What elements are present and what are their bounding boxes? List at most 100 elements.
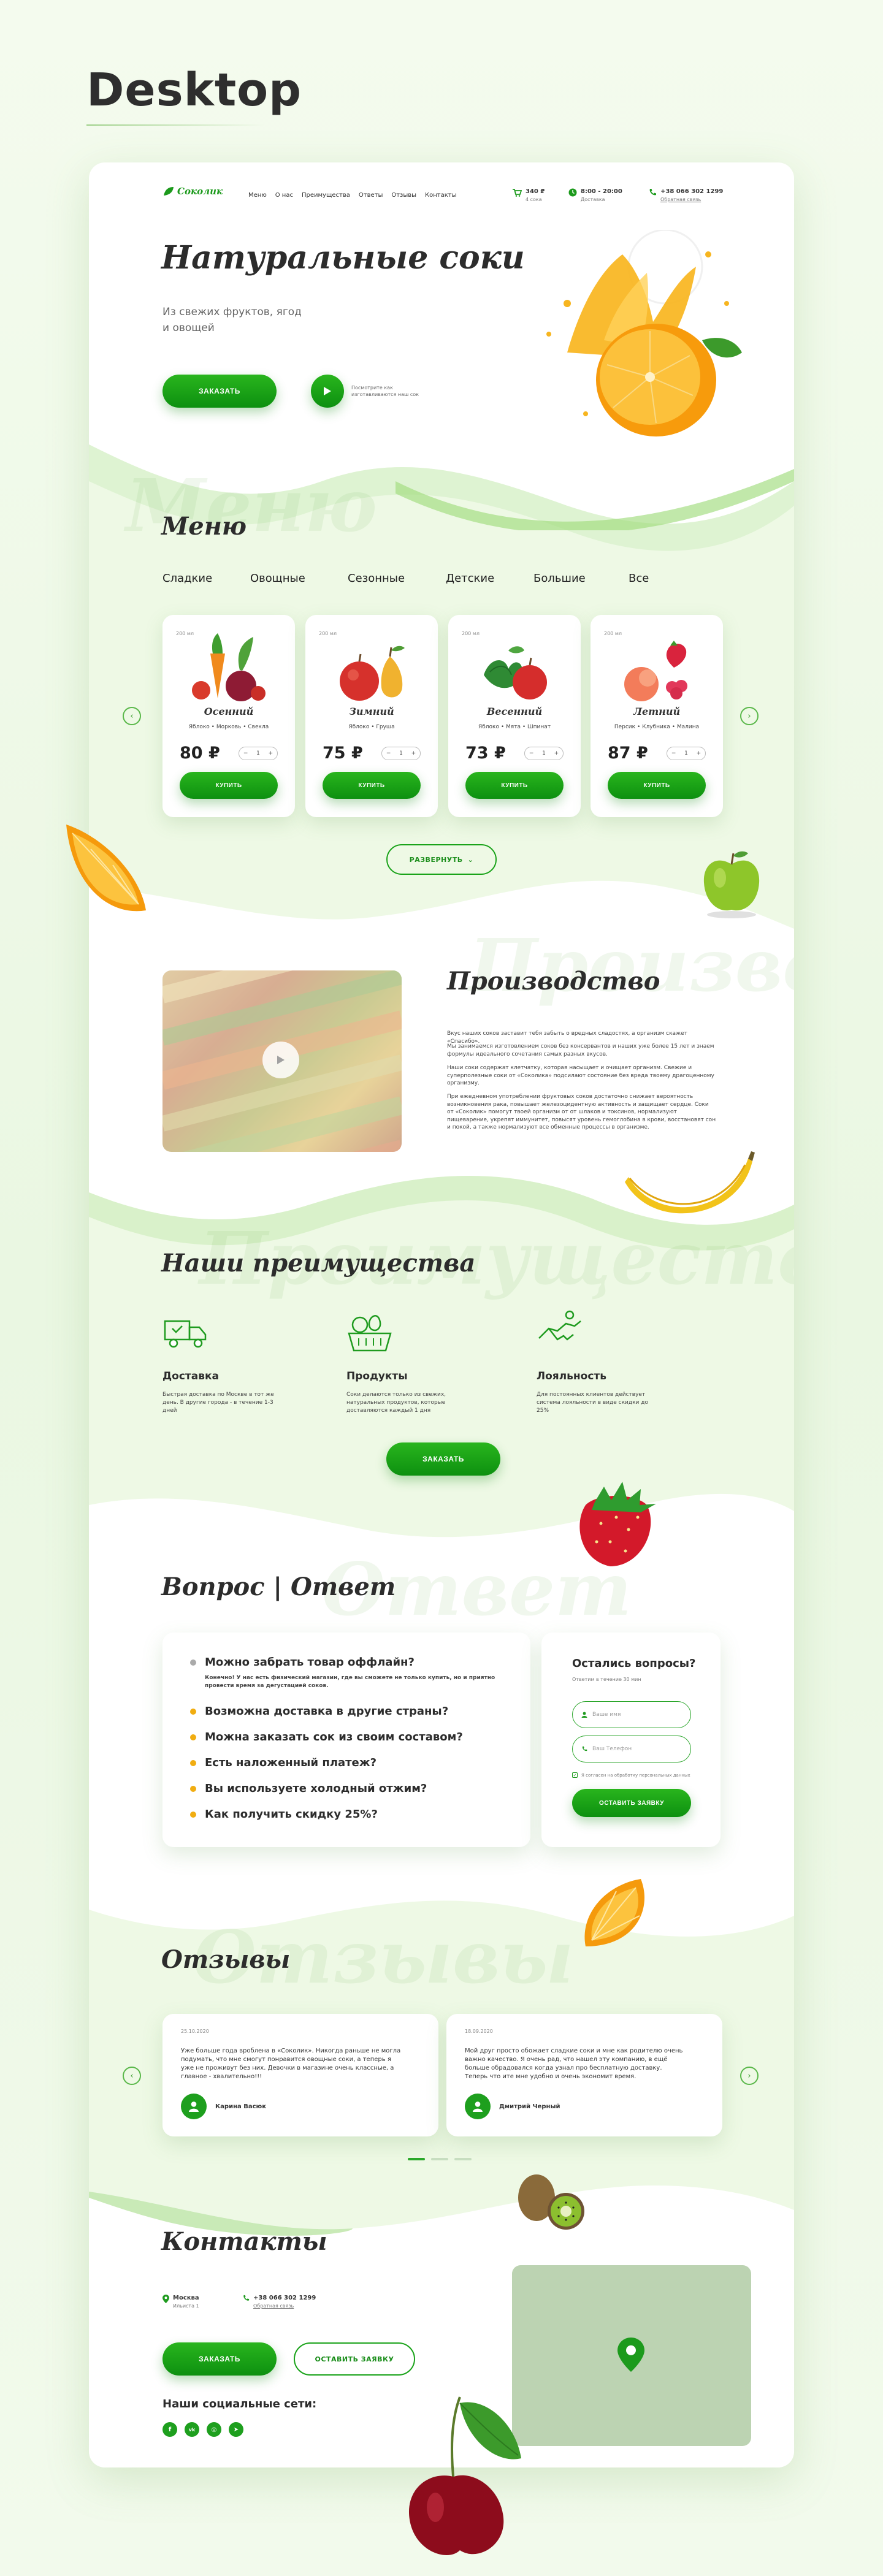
review-text: Мой друг просто обожает сладкие соки и м… <box>465 2048 683 2080</box>
contacts-request-button[interactable]: ОСТАВИТЬ ЗАЯВКУ <box>294 2342 415 2376</box>
nav-item-answers[interactable]: Ответы <box>359 192 383 199</box>
phone-callback-link[interactable]: Обратная связь <box>253 2303 316 2309</box>
contact-address: Москва Ильиста 1 <box>162 2295 199 2309</box>
facebook-icon[interactable]: f <box>162 2422 177 2437</box>
card-ingredients: Яблоко • Мята • Шпинат <box>478 724 551 730</box>
orange-splash-image <box>546 230 742 436</box>
filter-kids[interactable]: Детские <box>446 572 494 585</box>
advantages-order-button[interactable]: ЗАКАЗАТЬ <box>386 1442 500 1476</box>
production-video[interactable] <box>162 970 402 1152</box>
product-card-summer: 200 мл Летний Персик • Клубника • Малина… <box>591 615 723 817</box>
menu-next-arrow[interactable]: › <box>740 707 759 725</box>
contacts-title: Контакты <box>161 2227 327 2256</box>
contact-phone[interactable]: +38 066 302 1299 Обратная связь <box>242 2295 316 2309</box>
plus-button[interactable]: + <box>411 750 416 756</box>
buy-button[interactable]: КУПИТЬ <box>323 772 421 799</box>
filter-all[interactable]: Все <box>629 572 649 585</box>
kiwi-image <box>518 2174 584 2230</box>
faq-item-international[interactable]: Возможна доставка в другие страны? <box>190 1705 448 1718</box>
production-play-button[interactable] <box>262 1042 299 1078</box>
buy-button[interactable]: КУПИТЬ <box>465 772 564 799</box>
faq-item-cod[interactable]: Есть наложенный платеж? <box>190 1756 377 1769</box>
minus-button[interactable]: − <box>671 750 676 756</box>
name-field[interactable]: Ваше имя <box>572 1701 691 1728</box>
phone-callback-link[interactable]: Обратная связь <box>660 197 723 202</box>
faq-item-custom[interactable]: Можна заказать сок из своим составом? <box>190 1731 463 1743</box>
plus-button[interactable]: + <box>697 750 701 756</box>
chevron-left-icon: ‹ <box>130 711 134 721</box>
bullet-icon <box>190 1759 196 1766</box>
landing-page: Соколик Меню О нас Преимущества Ответы О… <box>89 162 794 2467</box>
faq-question: Можна заказать сок из своим составом? <box>205 1731 463 1743</box>
quantity-stepper: − 1 + <box>381 747 421 760</box>
buy-button[interactable]: КУПИТЬ <box>608 772 706 799</box>
nav-item-reviews[interactable]: Отзывы <box>391 192 416 199</box>
question-form: Остались вопросы? Ответим в течение 30 м… <box>541 1633 721 1847</box>
reviews-prev-arrow[interactable]: ‹ <box>123 2067 141 2085</box>
contacts-order-button[interactable]: ЗАКАЗАТЬ <box>162 2342 277 2376</box>
phone-icon <box>649 189 656 196</box>
instagram-icon[interactable]: ◎ <box>207 2422 221 2437</box>
reviews-title: Отзывы <box>161 1945 291 1974</box>
faq-item-offline[interactable]: Можно забрать товар оффлайн? <box>190 1656 415 1669</box>
menu-prev-arrow[interactable]: ‹ <box>123 707 141 725</box>
plus-button[interactable]: + <box>554 750 559 756</box>
faq-question: Можно забрать товар оффлайн? <box>205 1656 415 1669</box>
filter-sweet[interactable]: Сладкие <box>162 572 212 585</box>
clock-icon <box>568 188 577 197</box>
vegetables-image <box>192 633 266 701</box>
logo[interactable]: Соколик <box>162 186 223 197</box>
faq-item-cold-press[interactable]: Вы используете холодный отжим? <box>190 1782 427 1795</box>
reviews-next-arrow[interactable]: › <box>740 2067 759 2085</box>
nav-item-advantages[interactable]: Преимущества <box>302 192 350 199</box>
card-price: 75 ₽ <box>323 744 363 763</box>
expand-menu-button[interactable]: РАЗВЕРНУТЬ ⌄ <box>386 844 497 875</box>
apple-pear-image <box>340 646 405 701</box>
nav-item-about[interactable]: О нас <box>275 192 293 199</box>
form-subtitle: Ответим в течение 30 мин <box>572 1677 641 1682</box>
nav-item-contacts[interactable]: Контакты <box>425 192 456 199</box>
nav-item-menu[interactable]: Меню <box>248 192 267 199</box>
review-pager-dot-3[interactable] <box>454 2158 472 2160</box>
review-pager-dot-2[interactable] <box>431 2158 448 2160</box>
plus-button[interactable]: + <box>269 750 273 756</box>
cart-icon <box>513 189 522 197</box>
map-pin-icon[interactable] <box>617 2338 644 2372</box>
production-title: Производство <box>447 967 660 996</box>
hero-video-link[interactable]: Посмотрите как изготавливаются наш сок <box>311 375 419 408</box>
header-phone[interactable]: +38 066 302 1299 Обратная связь <box>648 188 723 202</box>
minus-button[interactable]: − <box>529 750 534 756</box>
author-name: Дмитрий Черный <box>499 2103 560 2110</box>
card-name: Летний <box>633 706 681 717</box>
vk-icon[interactable]: vk <box>185 2422 199 2437</box>
filter-large[interactable]: Большие <box>533 572 586 585</box>
buy-button[interactable]: КУПИТЬ <box>180 772 278 799</box>
advantage-title-delivery: Доставка <box>162 1370 219 1382</box>
faq-item-discount[interactable]: Как получить скидку 25%? <box>190 1808 378 1821</box>
map[interactable] <box>512 2265 751 2446</box>
telegram-icon[interactable]: ➤ <box>229 2422 243 2437</box>
minus-button[interactable]: − <box>243 750 248 756</box>
orange-wedge-image <box>66 825 146 912</box>
cart-count: 4 сока <box>526 197 542 202</box>
card-price: 80 ₽ <box>180 744 220 763</box>
filter-seasonal[interactable]: Сезонные <box>348 572 405 585</box>
quantity-stepper: − 1 + <box>667 747 706 760</box>
faq-question: Возможна доставка в другие страны? <box>205 1705 449 1718</box>
advantages-title: Наши преимущества <box>161 1249 476 1278</box>
minus-button[interactable]: − <box>386 750 391 756</box>
submit-request-button[interactable]: ОСТАВИТЬ ЗАЯВКУ <box>572 1789 691 1817</box>
phone-field[interactable]: Ваш Телефон <box>572 1736 691 1762</box>
hero-subtitle: Из свежих фруктов, ягод и овощей <box>162 305 302 336</box>
hero-order-button[interactable]: ЗАКАЗАТЬ <box>162 375 277 408</box>
play-button[interactable] <box>311 375 344 408</box>
video-caption-line-1: Посмотрите как <box>351 384 393 391</box>
avatar <box>465 2094 491 2119</box>
quantity-stepper: − 1 + <box>524 747 564 760</box>
green-apple-image <box>703 851 760 918</box>
quantity-value: 1 <box>684 750 688 756</box>
review-pager-dot-1[interactable] <box>408 2158 425 2160</box>
cart[interactable]: 340 ₽ 4 сока <box>512 188 545 202</box>
filter-vegetable[interactable]: Овощные <box>250 572 305 585</box>
consent-checkbox[interactable]: ✓ Я согласен на обработку персональных д… <box>572 1772 690 1778</box>
